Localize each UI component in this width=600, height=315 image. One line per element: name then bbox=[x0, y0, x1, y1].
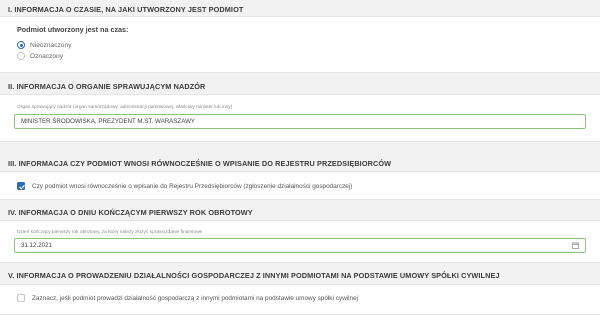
section-4-panel: Dzień kończący pierwszy rok obrotowy, za… bbox=[0, 220, 600, 263]
section-3-header: III. INFORMACJA CZY PODMIOT WNOSI RÓWNOC… bbox=[0, 159, 600, 168]
fiscal-year-end-label: Dzień kończący pierwszy rok obrotowy, za… bbox=[17, 230, 203, 235]
supervisory-body-input[interactable]: MINISTER ŚRODOWISKA, PREZYDENT M.ST. WAR… bbox=[14, 114, 586, 129]
radio-label: Oznaczony bbox=[30, 52, 63, 60]
section-1-panel: Podmiot utworzony jest na czas: Nieoznac… bbox=[0, 16, 600, 73]
section-3-panel: Czy podmiot wnosi równocześnie o wpisani… bbox=[0, 171, 600, 200]
section-5-header: V. INFORMACJA O PROWADZENIU DZIAŁALNOŚCI… bbox=[0, 271, 600, 280]
calendar-icon[interactable] bbox=[572, 242, 579, 249]
civil-partnership-checkbox[interactable] bbox=[17, 294, 25, 302]
radio-button-checked[interactable] bbox=[17, 41, 25, 49]
section-4-header: IV. INFORMACJA O DNIU KOŃCZĄCYM PIERWSZY… bbox=[0, 208, 600, 217]
section-1-header: I. INFORMACJA O CZASIE, NA JAKI UTWORZON… bbox=[0, 5, 600, 14]
section-2-header: II. INFORMACJA O ORGANIE SPRAWUJĄCYM NAD… bbox=[0, 82, 600, 91]
civil-partnership-checkbox-label: Zaznacz, jeśli podmiot prowadzi działaln… bbox=[32, 294, 359, 302]
fiscal-year-end-value: 31.12.2021 bbox=[21, 242, 52, 249]
period-question: Podmiot utworzony jest na czas: bbox=[17, 25, 129, 34]
supervisory-body-label: Organ sprawujący nadzór (organ samorządo… bbox=[17, 105, 233, 110]
radio-option-nieoznaczony[interactable]: Nieoznaczony bbox=[17, 41, 71, 49]
radio-button[interactable] bbox=[17, 52, 25, 60]
fiscal-year-end-input[interactable]: 31.12.2021 bbox=[14, 238, 586, 253]
register-checkbox-label: Czy podmiot wnosi równocześnie o wpisani… bbox=[32, 182, 353, 190]
radio-option-oznaczony[interactable]: Oznaczony bbox=[17, 52, 63, 60]
checkmark-icon bbox=[19, 184, 25, 190]
civil-partnership-checkbox-row[interactable]: Zaznacz, jeśli podmiot prowadzi działaln… bbox=[17, 294, 358, 302]
section-5-panel: Zaznacz, jeśli podmiot prowadzi działaln… bbox=[0, 284, 600, 315]
register-checkbox[interactable] bbox=[17, 182, 25, 190]
register-checkbox-row[interactable]: Czy podmiot wnosi równocześnie o wpisani… bbox=[17, 182, 352, 190]
section-2-panel: Organ sprawujący nadzór (organ samorządo… bbox=[0, 94, 600, 142]
radio-label: Nieoznaczony bbox=[30, 41, 72, 49]
